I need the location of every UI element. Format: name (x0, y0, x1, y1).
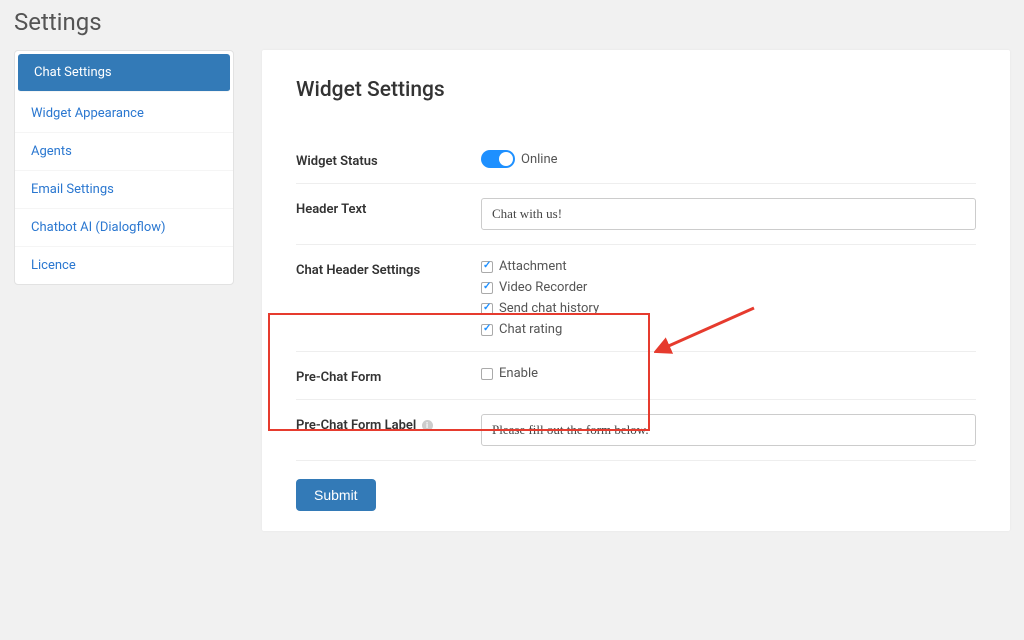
checkbox-attachment[interactable] (481, 261, 493, 273)
sidebar-item-licence[interactable]: Licence (15, 247, 233, 284)
input-pre-chat-form-label[interactable] (481, 414, 976, 446)
info-icon: i (422, 420, 433, 431)
label-pre-chat-form: Pre-Chat Form (296, 366, 481, 385)
widget-status-text: Online (521, 152, 558, 167)
checkbox-label-attachment: Attachment (499, 259, 567, 274)
row-pre-chat-form-label: Pre-Chat Form Label i (296, 400, 976, 461)
checkbox-video-recorder[interactable] (481, 282, 493, 294)
label-chat-header-settings: Chat Header Settings (296, 259, 481, 278)
page-title: Settings (0, 0, 1024, 50)
toggle-widget-status[interactable] (481, 150, 515, 168)
row-widget-status: Widget Status Online (296, 136, 976, 184)
checkbox-chat-rating[interactable] (481, 324, 493, 336)
main-title: Widget Settings (296, 78, 976, 102)
row-chat-header-settings: Chat Header Settings Attachment Video Re… (296, 245, 976, 352)
checkbox-pre-chat-enable[interactable] (481, 368, 493, 380)
submit-button[interactable]: Submit (296, 479, 376, 511)
row-pre-chat-form: Pre-Chat Form Enable (296, 352, 976, 400)
sidebar-item-chatbot-ai[interactable]: Chatbot AI (Dialogflow) (15, 209, 233, 247)
sidebar-item-chat-settings[interactable]: Chat Settings (18, 54, 230, 92)
label-header-text: Header Text (296, 198, 481, 217)
checkbox-label-video-recorder: Video Recorder (499, 280, 587, 295)
sidebar-item-email-settings[interactable]: Email Settings (15, 171, 233, 209)
sidebar-item-agents[interactable]: Agents (15, 133, 233, 171)
main-panel: Widget Settings Widget Status Online Hea… (262, 50, 1010, 531)
checkbox-label-chat-rating: Chat rating (499, 322, 562, 337)
sidebar-item-widget-appearance[interactable]: Widget Appearance (15, 95, 233, 133)
checkbox-send-chat-history[interactable] (481, 303, 493, 315)
label-pre-chat-form-label: Pre-Chat Form Label i (296, 414, 481, 433)
checkbox-label-pre-chat-enable: Enable (499, 366, 538, 381)
row-header-text: Header Text (296, 184, 976, 245)
sidebar: Chat Settings Widget Appearance Agents E… (14, 50, 234, 285)
checkbox-label-send-chat-history: Send chat history (499, 301, 599, 316)
layout-container: Chat Settings Widget Appearance Agents E… (0, 50, 1024, 531)
input-header-text[interactable] (481, 198, 976, 230)
label-widget-status: Widget Status (296, 150, 481, 169)
